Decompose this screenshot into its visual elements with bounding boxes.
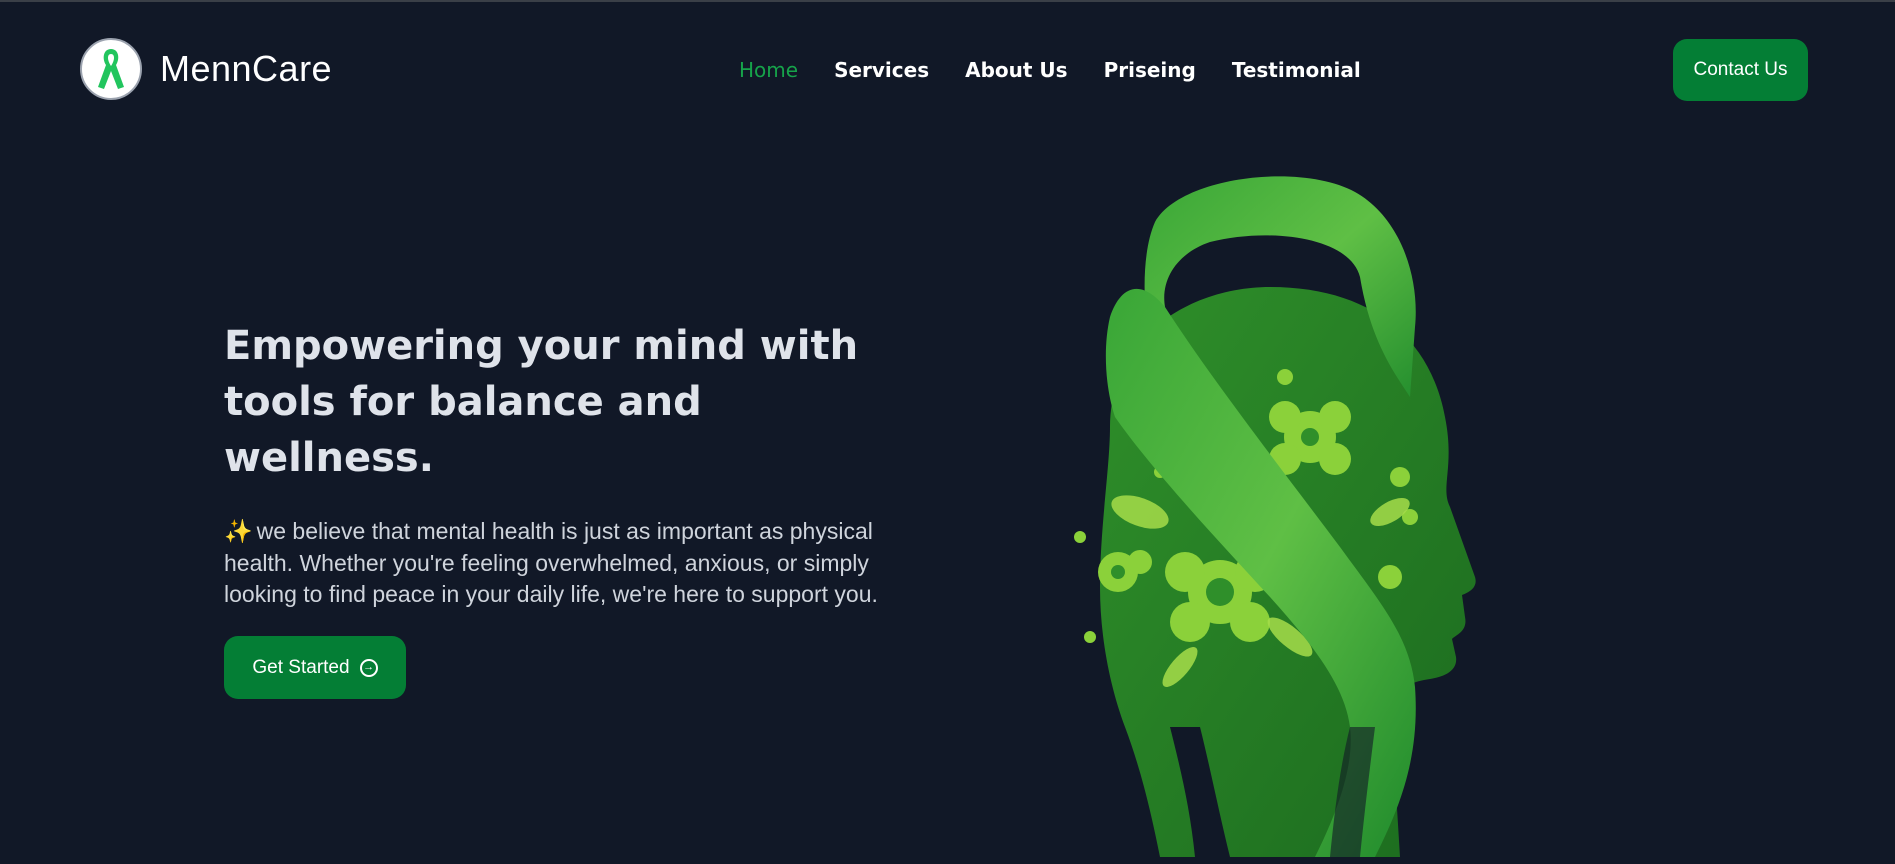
get-started-button[interactable]: Get Started →: [224, 636, 406, 699]
nav-about-us[interactable]: About Us: [965, 58, 1067, 82]
main-nav: Home Services About Us Priseing Testimon…: [739, 58, 1361, 82]
hero-description-text: we believe that mental health is just as…: [224, 518, 878, 607]
nav-pricing[interactable]: Priseing: [1104, 58, 1196, 82]
contact-us-button[interactable]: Contact Us: [1673, 39, 1808, 101]
sparkle-icon: ✨: [224, 518, 253, 544]
nav-home[interactable]: Home: [739, 58, 798, 82]
brand-logo[interactable]: MennCare: [80, 38, 332, 100]
hero-section: Empowering your mind with tools for bala…: [224, 318, 924, 611]
brand-name: MennCare: [160, 48, 333, 89]
navbar: MennCare Home Services About Us Priseing…: [0, 2, 1895, 142]
arrow-right-circle-icon: →: [359, 658, 378, 677]
nav-testimonial[interactable]: Testimonial: [1232, 58, 1361, 82]
awareness-ribbon-icon: [80, 38, 142, 100]
nav-services[interactable]: Services: [834, 58, 929, 82]
get-started-label: Get Started: [252, 656, 350, 678]
hero-description: ✨ we believe that mental health is just a…: [224, 516, 924, 611]
head-ribbon-illustration: [1070, 167, 1545, 857]
hero-headline: Empowering your mind with tools for bala…: [224, 323, 859, 481]
